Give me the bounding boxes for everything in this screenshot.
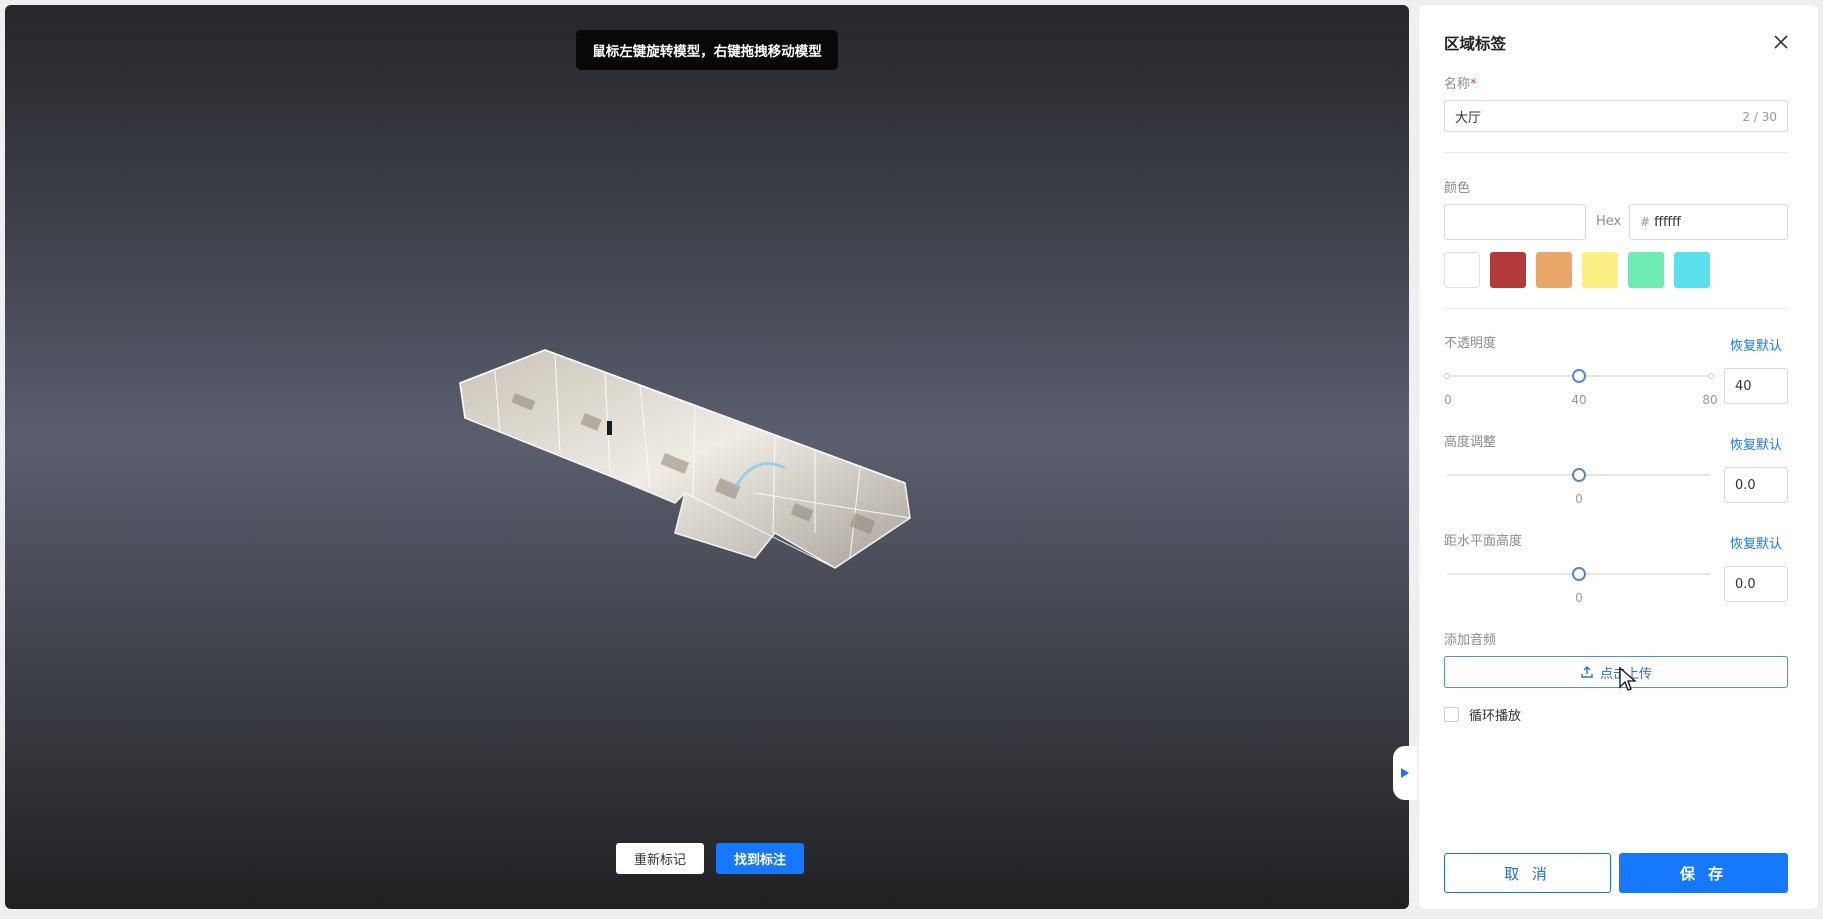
upload-button[interactable]: 点击上传	[1444, 656, 1788, 688]
area-label-panel: 区域标签 名称* 大厅 2 / 30 颜色 Hex # ffffff 不透明度 …	[1419, 5, 1818, 909]
height-slider-thumb[interactable]	[1572, 468, 1586, 482]
height-label: 高度调整	[1444, 435, 1497, 450]
model-viewer[interactable]: 鼠标左键旋转模型，右键拖拽移动模型 重新标记 找到标注	[5, 5, 1409, 909]
height-current-tick: 0	[1575, 492, 1583, 506]
opacity-slider-thumb[interactable]	[1572, 369, 1586, 383]
hash-prefix: #	[1640, 215, 1651, 229]
opacity-min-tick: 0	[1444, 393, 1452, 407]
relabel-button[interactable]: 重新标记	[616, 843, 704, 874]
name-input[interactable]: 大厅 2 / 30	[1444, 100, 1788, 132]
name-char-counter: 2 / 30	[1742, 110, 1777, 124]
swatch-cyan[interactable]	[1674, 252, 1710, 288]
height-number-input[interactable]: 0.0	[1724, 467, 1788, 503]
color-label: 颜色	[1444, 181, 1471, 196]
opacity-reset-link[interactable]: 恢复默认	[1730, 335, 1782, 354]
swatch-orange[interactable]	[1536, 252, 1572, 288]
divider	[1444, 308, 1788, 309]
opacity-max-dot	[1708, 373, 1714, 379]
height-reset-link[interactable]: 恢复默认	[1730, 434, 1782, 453]
name-label: 名称*	[1444, 77, 1477, 92]
required-mark: *	[1470, 77, 1477, 92]
panel-collapse-toggle[interactable]	[1393, 746, 1417, 800]
opacity-min-dot	[1444, 373, 1450, 379]
operation-tip: 鼠标左键旋转模型，右键拖拽移动模型	[576, 30, 838, 70]
save-button[interactable]: 保 存	[1619, 853, 1788, 893]
opacity-number-input[interactable]: 40	[1724, 368, 1788, 404]
close-icon[interactable]	[1771, 32, 1791, 52]
ground-height-number-input[interactable]: 0.0	[1724, 566, 1788, 602]
audio-label: 添加音频	[1444, 633, 1497, 648]
opacity-current-tick: 40	[1571, 393, 1587, 407]
checkbox-box[interactable]	[1444, 707, 1459, 722]
swatch-green[interactable]	[1628, 252, 1664, 288]
cancel-button[interactable]: 取 消	[1444, 853, 1611, 893]
hex-label: Hex	[1596, 214, 1622, 229]
ground-height-slider-thumb[interactable]	[1572, 567, 1586, 581]
cursor-icon	[1619, 667, 1637, 691]
opacity-max-tick: 80	[1702, 393, 1718, 407]
hex-input[interactable]: # ffffff	[1629, 204, 1788, 240]
divider	[1444, 152, 1788, 153]
ground-height-reset-link[interactable]: 恢复默认	[1730, 533, 1782, 552]
ground-height-current-tick: 0	[1575, 591, 1583, 605]
upload-icon	[1581, 666, 1593, 678]
panel-title: 区域标签	[1444, 35, 1507, 53]
swatch-yellow[interactable]	[1582, 252, 1618, 288]
find-label-button[interactable]: 找到标注	[716, 843, 804, 874]
opacity-label: 不透明度	[1444, 336, 1497, 351]
swatch-white[interactable]	[1444, 252, 1480, 288]
color-preview-input[interactable]	[1444, 204, 1586, 240]
floor-plan-3d-model[interactable]	[455, 343, 965, 633]
loop-play-checkbox[interactable]: 循环播放	[1444, 705, 1521, 724]
ground-height-label: 距水平面高度	[1444, 534, 1523, 549]
swatch-red[interactable]	[1490, 252, 1526, 288]
caret-right-icon	[1401, 768, 1409, 778]
